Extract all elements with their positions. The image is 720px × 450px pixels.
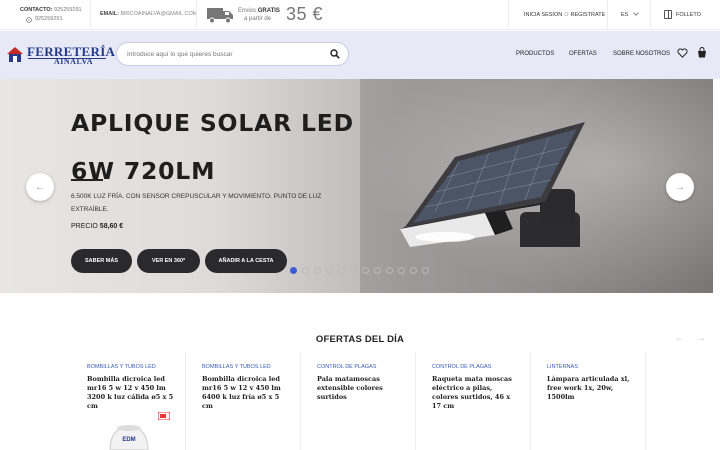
or-text: O bbox=[564, 12, 569, 18]
slider-dot[interactable] bbox=[398, 267, 405, 274]
arrow-right-icon: → bbox=[675, 181, 685, 193]
product-brand: EDM bbox=[122, 437, 135, 443]
nav-sobre-nosotros[interactable]: SOBRE NOSOTROS bbox=[613, 51, 670, 57]
offer-category[interactable]: CONTROL DE PLAGAS bbox=[317, 364, 376, 370]
price-value: 58,60 € bbox=[99, 223, 124, 230]
folleto-link[interactable]: FOLLETO bbox=[664, 10, 701, 19]
slider-dot[interactable] bbox=[410, 267, 417, 274]
slider-dot[interactable] bbox=[350, 267, 357, 274]
hero-title: APLIQUE SOLAR LED 6W 720LM bbox=[71, 109, 354, 185]
slider-dot[interactable] bbox=[314, 267, 321, 274]
divider bbox=[607, 0, 608, 30]
heart-icon[interactable] bbox=[677, 48, 688, 58]
offers-title: OFERTAS DEL DÍA bbox=[315, 334, 405, 345]
offer-category[interactable]: LINTERNAS bbox=[547, 364, 578, 370]
slider-dot[interactable] bbox=[362, 267, 369, 274]
hero-divider bbox=[71, 179, 103, 181]
offer-card[interactable]: LINTERNAS Lámpara articulada xl, free wo… bbox=[531, 352, 646, 450]
hero-prev-button[interactable]: ← bbox=[26, 173, 54, 201]
nav-productos[interactable]: PRODUCTOS bbox=[516, 51, 554, 57]
cart-icon[interactable] bbox=[697, 47, 707, 58]
add-to-cart-button[interactable]: AÑADIR A LA CESTA bbox=[205, 249, 287, 273]
book-icon bbox=[664, 10, 672, 19]
contact-label: CONTACTO: bbox=[20, 7, 53, 13]
house-logo-icon bbox=[7, 47, 23, 62]
divider bbox=[196, 0, 197, 30]
hero-slider: APLIQUE SOLAR LED 6W 720LM 6.500K LUZ FR… bbox=[0, 79, 713, 293]
shipping-from: a partir de bbox=[244, 16, 272, 22]
slider-dot[interactable] bbox=[338, 267, 345, 274]
hero-description: 6.500K LUZ FRÍA. CON SENSOR CREPUSCULAR … bbox=[71, 193, 322, 213]
language-value: ES bbox=[621, 12, 629, 18]
offer-category[interactable]: CONTROL DE PLAGAS bbox=[432, 364, 491, 370]
offer-name[interactable]: Bombilla dicroica led mr16 5 w 12 v 450 … bbox=[87, 375, 175, 411]
email-info: EMAIL: BRICOAINALVA@GMAIL.COM bbox=[100, 11, 197, 17]
offer-name[interactable]: Pala matamoscas extensible colores surti… bbox=[317, 375, 405, 402]
truck-icon bbox=[207, 8, 233, 24]
slider-dot[interactable] bbox=[326, 267, 333, 274]
slider-dots bbox=[290, 267, 429, 274]
nav-ofertas[interactable]: OFERTAS bbox=[569, 51, 597, 57]
contact-phone[interactable]: 925259291 bbox=[54, 7, 82, 13]
offer-card[interactable]: BOMBILLAS Y TUBOS LED Bombilla dicroica … bbox=[186, 352, 301, 450]
register-link[interactable]: REGISTRATE bbox=[571, 12, 606, 18]
divider bbox=[90, 0, 91, 30]
product-image-bulb: EDM bbox=[109, 425, 149, 450]
offer-name[interactable]: Lámpara articulada xl, free work 1x, 20w… bbox=[547, 375, 635, 402]
offer-category[interactable]: BOMBILLAS Y TUBOS LED bbox=[87, 364, 156, 370]
search-icon[interactable] bbox=[330, 49, 340, 59]
offer-category[interactable]: BOMBILLAS Y TUBOS LED bbox=[202, 364, 271, 370]
account-links: INICIA SESION O REGISTRATE bbox=[524, 12, 605, 18]
chevron-down-icon bbox=[633, 10, 640, 16]
offers-prev-arrow[interactable]: ← bbox=[675, 333, 685, 344]
language-select[interactable]: ES bbox=[621, 10, 640, 18]
slider-dot[interactable] bbox=[386, 267, 393, 274]
divider bbox=[650, 0, 651, 30]
shipping-free: GRATIS bbox=[257, 8, 280, 14]
offer-card[interactable]: CONTROL DE PLAGAS Pala matamoscas extens… bbox=[301, 352, 416, 450]
slider-dot[interactable] bbox=[290, 267, 297, 274]
shipping-prefix: Envios bbox=[238, 8, 257, 14]
ver-360-button[interactable]: VER EN 360º bbox=[137, 249, 200, 273]
top-bar: CONTACTO: 925259291 925259291 EMAIL: BRI… bbox=[0, 0, 720, 30]
shipping-amount: 35 € bbox=[286, 4, 324, 24]
price-label: PRECIO bbox=[71, 223, 98, 230]
folleto-label: FOLLETO bbox=[676, 11, 701, 18]
offer-name[interactable]: Raqueta mata moscas eléctrico a pilas, c… bbox=[432, 375, 520, 411]
contact-info: CONTACTO: 925259291 925259291 bbox=[20, 6, 82, 24]
search-input[interactable] bbox=[127, 48, 317, 61]
offer-card[interactable]: CONTROL DE PLAGAS Raqueta mata moscas el… bbox=[416, 352, 531, 450]
saber-mas-button[interactable]: SABER MÁS bbox=[71, 249, 132, 273]
slider-dot[interactable] bbox=[422, 267, 429, 274]
slider-dot[interactable] bbox=[302, 267, 309, 274]
whatsapp-icon bbox=[26, 16, 32, 23]
hero-price: PRECIO 58,60 € bbox=[71, 223, 123, 230]
email-link[interactable]: BRICOAINALVA@GMAIL.COM bbox=[120, 11, 197, 17]
logo-subtitle: AINALVA bbox=[54, 57, 94, 66]
divider bbox=[508, 0, 509, 30]
login-link[interactable]: INICIA SESION bbox=[524, 12, 562, 18]
offer-name[interactable]: Bombilla dicroica led mr16 5 w 12 v 450 … bbox=[202, 375, 290, 411]
energy-label-icon bbox=[158, 412, 170, 420]
search-bar bbox=[116, 42, 349, 66]
whatsapp-phone[interactable]: 925259291 bbox=[35, 15, 63, 24]
site-logo[interactable]: FERRETERÍA AINALVA bbox=[6, 44, 115, 68]
offers-next-arrow[interactable]: → bbox=[696, 333, 706, 344]
hero-next-button[interactable]: → bbox=[666, 173, 694, 201]
shipping-text: Envios GRATIS a partir de bbox=[238, 7, 280, 23]
arrow-left-icon: ← bbox=[35, 181, 45, 193]
email-label: EMAIL: bbox=[100, 11, 119, 17]
slider-dot[interactable] bbox=[374, 267, 381, 274]
solar-lamp-image bbox=[400, 122, 585, 247]
